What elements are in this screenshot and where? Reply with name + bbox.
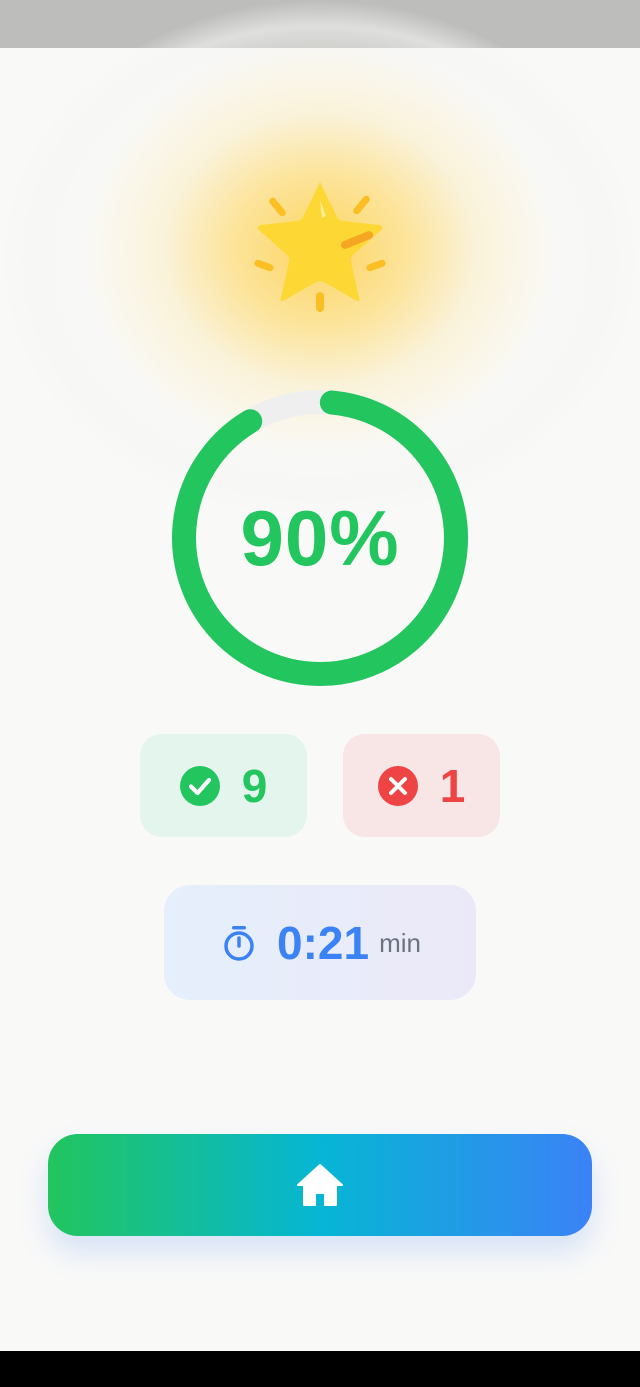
score-percentage: 90% — [240, 493, 400, 582]
check-circle-icon — [179, 765, 220, 806]
stopwatch-icon — [224, 925, 254, 961]
home-icon — [297, 1164, 343, 1206]
x-circle-icon — [377, 765, 418, 806]
wrong-count: 1 — [439, 759, 466, 812]
elapsed-time-value: 0:21 — [277, 916, 370, 969]
elapsed-time-unit: min — [379, 928, 421, 958]
home-button[interactable] — [48, 1134, 592, 1236]
elapsed-time-card: 0:21 min — [164, 885, 476, 1000]
wrong-answers-card: 1 — [343, 734, 500, 837]
star-icon — [240, 170, 400, 320]
correct-answers-card: 9 — [140, 734, 307, 837]
system-navigation-bar — [0, 1351, 640, 1387]
correct-count: 9 — [241, 759, 268, 812]
score-ring: 90% — [170, 388, 470, 688]
